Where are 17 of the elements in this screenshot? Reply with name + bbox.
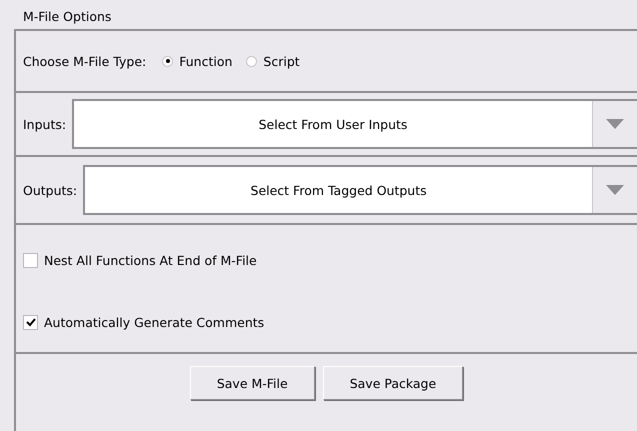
dropdown[interactable]: Select From Tagged Outputs	[83, 165, 637, 215]
dropdown-arrow-icon	[606, 119, 624, 129]
save-button[interactable]: Save M-File	[190, 366, 315, 400]
dropdown-arrow-icon	[606, 185, 624, 195]
radio-option[interactable]: Script	[246, 54, 300, 68]
dropdown[interactable]: Select From User Inputs	[72, 99, 637, 149]
radio-label: Script	[263, 54, 300, 68]
checkmark-icon	[26, 318, 36, 327]
combo-label: Inputs:	[23, 116, 66, 132]
combo-label: Outputs:	[23, 182, 78, 198]
checkbox[interactable]	[23, 253, 38, 268]
section-title: M-File Options	[23, 9, 112, 24]
type-label: Choose M-File Type:	[23, 54, 146, 68]
radio-option[interactable]: Function	[162, 54, 232, 68]
checkbox[interactable]	[23, 315, 38, 330]
save-button[interactable]: Save Package	[322, 366, 464, 400]
radio-label: Function	[179, 54, 232, 68]
